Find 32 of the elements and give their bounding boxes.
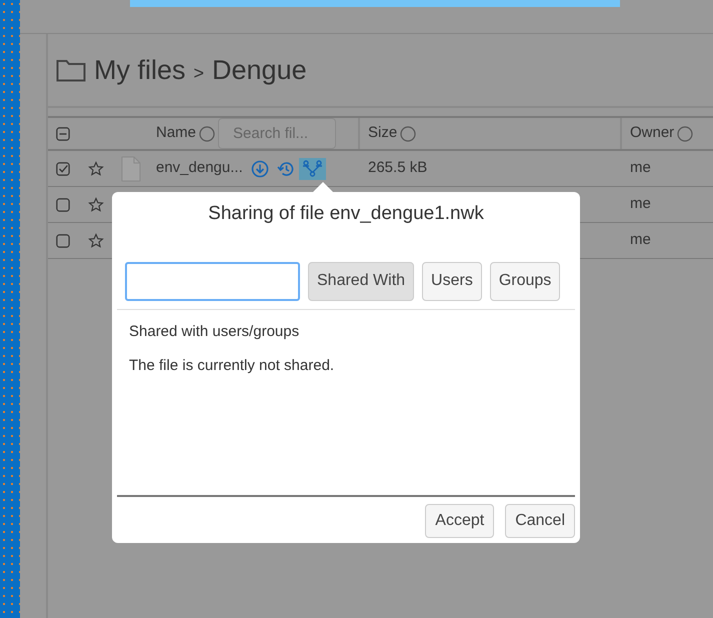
star-icon[interactable] — [88, 196, 104, 212]
dialog-title: Sharing of file env_dengue1.nwk — [207, 202, 485, 226]
file-name[interactable]: env_dengu... — [156, 157, 243, 180]
tab[interactable]: Shared With — [308, 262, 414, 300]
star-icon[interactable] — [88, 232, 104, 248]
file-owner: me — [630, 195, 651, 212]
folder-icon — [56, 58, 86, 82]
checkbox[interactable] — [56, 234, 70, 248]
checkbox[interactable] — [56, 198, 70, 212]
tab[interactable]: Users — [422, 262, 482, 300]
column-header[interactable]: Owner — [630, 122, 674, 145]
message-text: The file is currently not shared. — [129, 356, 336, 376]
file-owner: me — [630, 159, 651, 176]
breadcrumb-current: Dengue — [212, 54, 307, 87]
dialog-button[interactable]: Cancel — [505, 504, 575, 538]
sort-icon[interactable] — [199, 126, 216, 142]
checkbox[interactable] — [56, 162, 70, 176]
tab[interactable]: Groups — [490, 262, 560, 300]
column-header[interactable]: Name — [156, 122, 196, 145]
star-icon[interactable] — [88, 160, 104, 176]
column-header[interactable]: Size — [368, 122, 398, 145]
file-icon — [121, 156, 141, 182]
search-field[interactable] — [125, 262, 300, 300]
file-owner: me — [630, 231, 651, 248]
sort-icon[interactable] — [677, 126, 694, 142]
checkbox[interactable] — [56, 126, 70, 140]
sort-icon[interactable] — [400, 126, 416, 142]
file-size: 265.5 kB — [368, 159, 428, 176]
section-title: Shared with users/groups — [129, 322, 300, 342]
breadcrumb-link[interactable]: My files — [94, 50, 186, 90]
breadcrumb-separator: > — [194, 62, 204, 84]
dialog-button[interactable]: Accept — [425, 504, 494, 538]
